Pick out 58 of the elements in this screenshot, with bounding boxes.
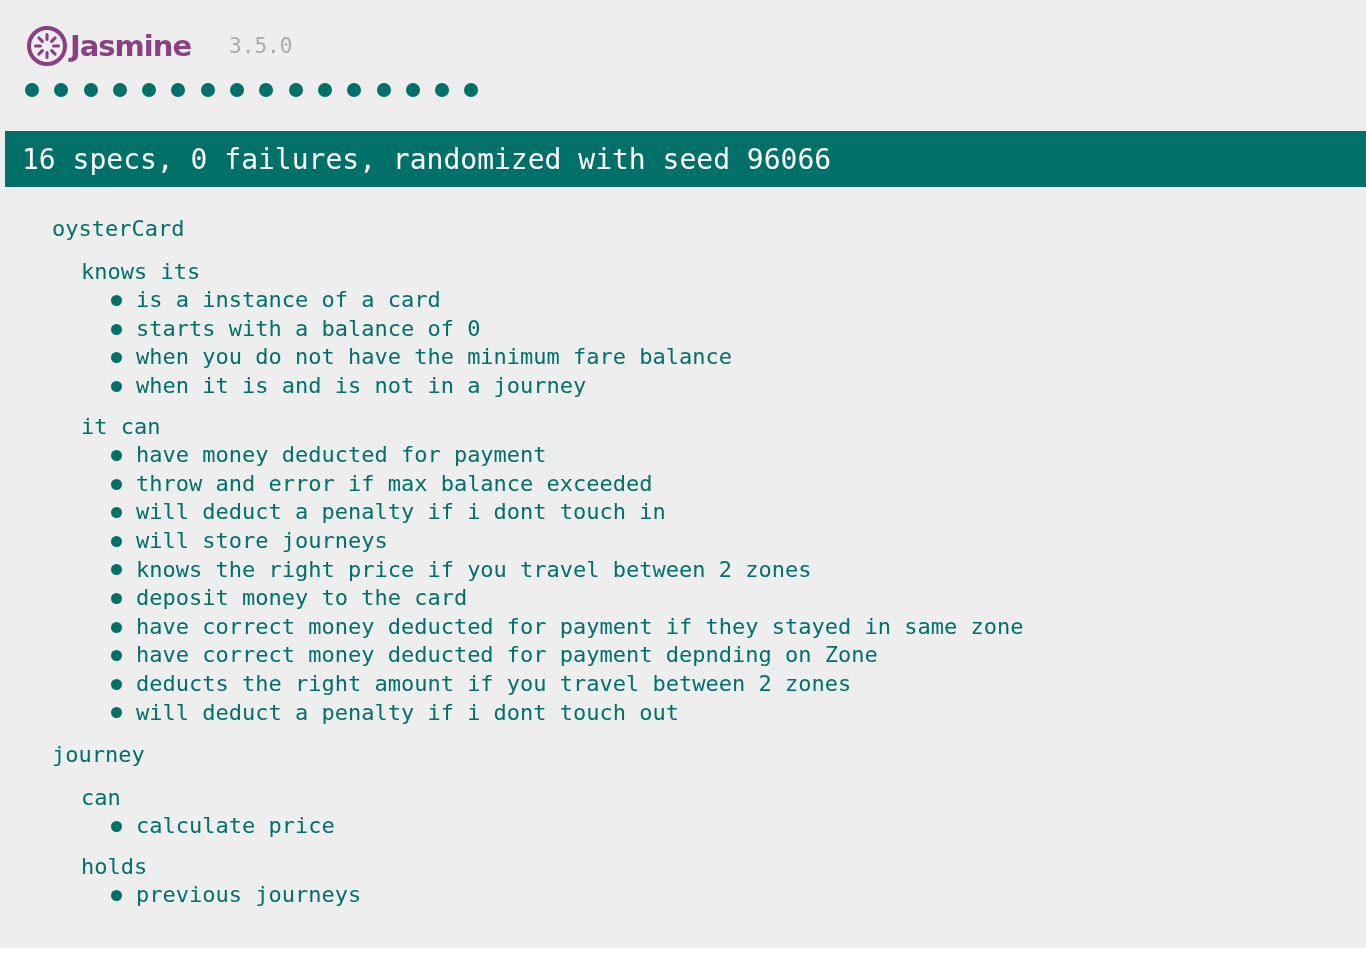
spec-name[interactable]: when you do not have the minimum fare balance xyxy=(136,343,733,372)
bullet-icon xyxy=(111,564,122,576)
bullet-icon xyxy=(111,535,122,547)
spec-status-dot[interactable] xyxy=(83,83,98,97)
spec-status-dot[interactable] xyxy=(112,83,127,97)
suite-title[interactable]: it can xyxy=(81,412,1366,442)
spec-status-dot[interactable] xyxy=(230,83,245,97)
spec-name[interactable]: is a instance of a card xyxy=(136,286,441,315)
bullet-icon xyxy=(111,707,122,719)
bullet-icon xyxy=(111,352,122,364)
bullet-icon xyxy=(111,890,122,902)
spec-name[interactable]: have correct money deducted for payment if they stayed in same zone xyxy=(136,612,1024,642)
bullet-icon xyxy=(111,449,122,461)
spec-name[interactable]: calculate price xyxy=(136,812,335,841)
bullet-icon xyxy=(111,507,122,519)
bullet-icon xyxy=(111,323,122,335)
bullet-icon xyxy=(111,478,122,490)
spec-name[interactable]: will store journeys xyxy=(136,526,388,556)
spec-name[interactable]: starts with a balance of 0 xyxy=(136,314,481,344)
spec-name[interactable]: previous journeys xyxy=(136,881,362,911)
suite-title[interactable]: knows its xyxy=(81,257,1366,287)
spec-status-dot[interactable] xyxy=(347,83,362,97)
spec-status-dot[interactable] xyxy=(464,83,479,97)
suite-title[interactable]: journey xyxy=(52,741,1366,770)
spec-status-dot[interactable] xyxy=(54,83,69,97)
spec-name[interactable]: will deduct a penalty if i dont touch in xyxy=(136,498,666,527)
version-label: 3.5.0 xyxy=(229,34,293,58)
spec-name[interactable]: when it is and is not in a journey xyxy=(136,371,587,401)
bullet-icon xyxy=(111,650,122,662)
logo-icon xyxy=(26,25,68,67)
spec-name[interactable]: deposit money to the card xyxy=(136,584,468,613)
bullet-icon xyxy=(111,592,122,604)
spec-status-dot[interactable] xyxy=(405,83,420,97)
bullet-icon xyxy=(111,678,122,690)
spec-status-dot[interactable] xyxy=(376,83,391,97)
summary-bar: 16 specs, 0 failures, randomized with seed 96066 xyxy=(5,131,1366,187)
spec-status-dot[interactable] xyxy=(200,83,215,97)
bullet-icon xyxy=(111,821,122,833)
suite-title[interactable]: holds xyxy=(81,852,1366,882)
bullet-icon xyxy=(111,380,122,392)
spec-name[interactable]: will deduct a penalty if i dont touch out xyxy=(136,698,680,728)
spec-name[interactable]: deducts the right amount if you travel between 2 zones xyxy=(136,669,852,699)
spec-status-dot[interactable] xyxy=(171,83,186,97)
spec-status-dot[interactable] xyxy=(288,83,303,97)
spec-name[interactable]: have correct money deducted for payment depnding on Zone xyxy=(136,641,878,670)
suite-title[interactable]: can xyxy=(81,783,1366,813)
suite-title[interactable]: oysterCard xyxy=(52,215,1366,244)
bullet-icon xyxy=(111,621,122,633)
spec-name[interactable]: have money deducted for payment xyxy=(136,441,547,470)
spec-status-dot[interactable] xyxy=(317,83,332,97)
spec-status-dot[interactable] xyxy=(25,83,39,97)
bullet-icon xyxy=(111,295,122,306)
spec-status-dot[interactable] xyxy=(142,83,157,97)
logo-text: Jasmine xyxy=(70,29,192,63)
spec-name[interactable]: throw and error if max balance exceeded xyxy=(136,469,653,499)
spec-name[interactable]: knows the right price if you travel between 2 zones xyxy=(136,555,812,585)
spec-status-dot[interactable] xyxy=(435,83,450,97)
spec-status-dot[interactable] xyxy=(259,83,274,97)
